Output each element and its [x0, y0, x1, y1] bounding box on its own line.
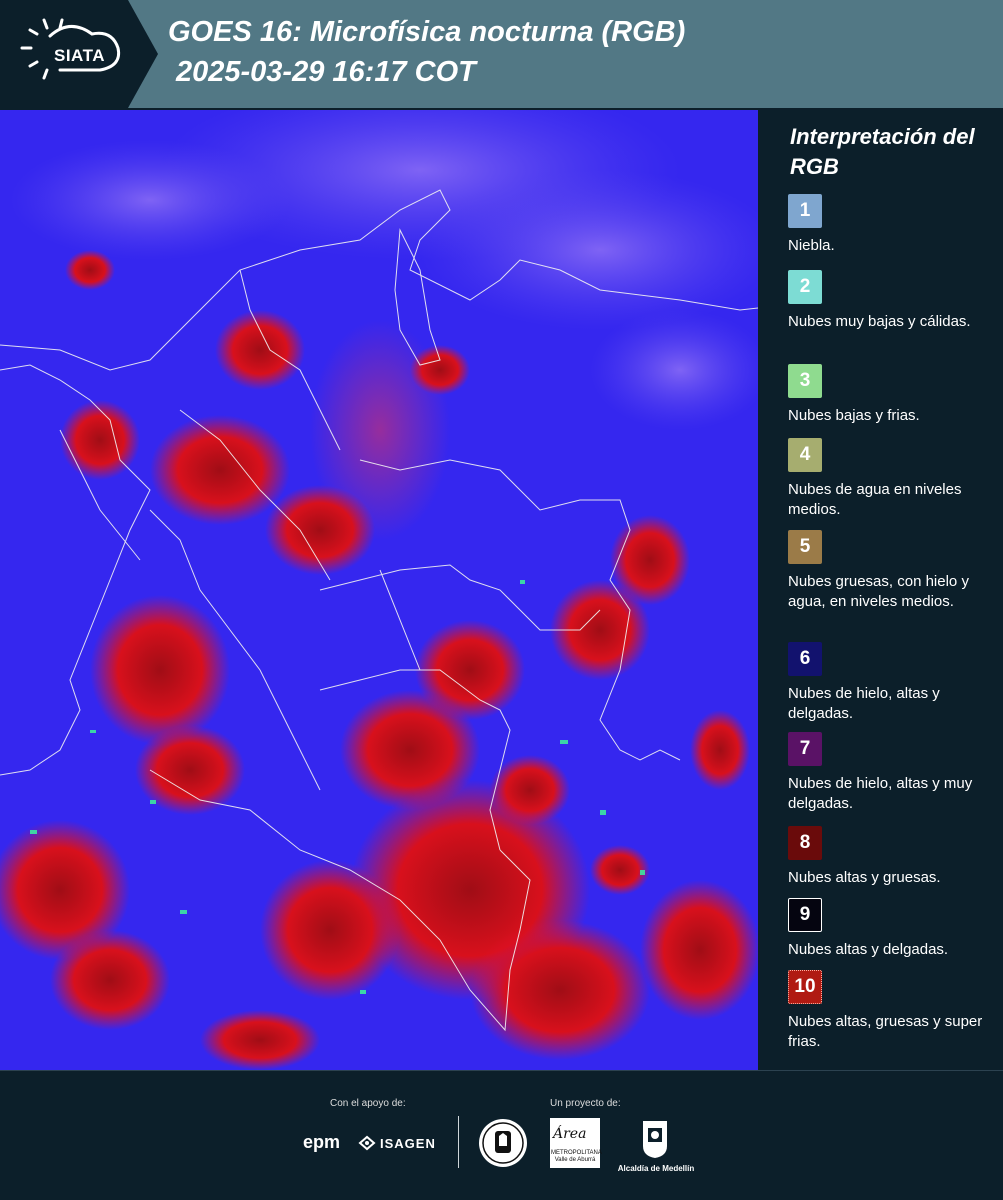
legend-item-8: 8 Nubes altas y gruesas.: [788, 826, 993, 888]
isagen-logo: ISAGEN: [380, 1136, 436, 1151]
legend-label: Nubes de hielo, altas y muy delgadas.: [788, 775, 973, 812]
legend-swatch: 7: [788, 732, 822, 766]
logo-text: SIATA: [54, 46, 105, 65]
legend-swatch: 8: [788, 826, 822, 860]
satellite-image: [0, 110, 758, 1070]
footer-divider: [458, 1116, 459, 1168]
legend-swatch: 2: [788, 270, 822, 304]
legend-label: Nubes de agua en niveles medios.: [788, 481, 962, 518]
legend-item-5: 5 Nubes gruesas, con hielo y agua, en ni…: [788, 530, 993, 612]
header-bar: SIATA GOES 16: Microfísica nocturna (RGB…: [0, 0, 1003, 108]
legend-title: Interpretación del RGB: [790, 124, 975, 179]
medellin-logo-text: Alcaldía de Medellín: [617, 1164, 695, 1173]
footer-top-border: [0, 1070, 1003, 1071]
page-title: GOES 16: Microfísica nocturna (RGB): [168, 16, 686, 48]
legend-item-10: 10 Nubes altas, gruesas y super frias.: [788, 970, 993, 1052]
isagen-icon: [358, 1135, 376, 1151]
legend-label: Nubes muy bajas y cálidas.: [788, 313, 971, 330]
epm-logo: epm: [303, 1132, 341, 1152]
legend-item-4: 4 Nubes de agua en niveles medios.: [788, 438, 993, 520]
project-label: Un proyecto de:: [550, 1098, 621, 1109]
legend-label: Nubes gruesas, con hielo y agua, en nive…: [788, 573, 969, 610]
siata-logo: SIATA: [0, 0, 158, 108]
footer: Con el apoyo de: Un proyecto de: epm ISA…: [0, 1070, 1003, 1200]
medellin-shield-icon: [643, 1121, 667, 1158]
legend-item-6: 6 Nubes de hielo, altas y delgadas.: [788, 642, 993, 724]
legend-swatch: 6: [788, 642, 822, 676]
legend-item-1: 1 Niebla.: [788, 194, 993, 256]
legend-swatch: 3: [788, 364, 822, 398]
area-logo-text: Área: [553, 1126, 587, 1142]
legend-item-9: 9 Nubes altas y delgadas.: [788, 898, 993, 960]
map-legend-divider: [758, 110, 760, 1070]
legend-item-3: 3 Nubes bajas y frias.: [788, 364, 993, 426]
support-label: Con el apoyo de:: [330, 1098, 406, 1109]
page-subtitle: 2025-03-29 16:17 COT: [176, 56, 476, 88]
seal-icon: [479, 1119, 527, 1167]
legend-label: Niebla.: [788, 237, 835, 254]
legend-swatch: 10: [788, 970, 822, 1004]
area-logo-subtext: METROPOLITANA Valle de Aburrá: [551, 1150, 602, 1163]
legend-item-2: 2 Nubes muy bajas y cálidas.: [788, 270, 993, 332]
legend-label: Nubes altas y gruesas.: [788, 869, 941, 886]
legend-item-7: 7 Nubes de hielo, altas y muy delgadas.: [788, 732, 993, 814]
legend-label: Nubes de hielo, altas y delgadas.: [788, 685, 940, 722]
legend-label: Nubes altas y delgadas.: [788, 941, 949, 958]
legend-panel: Interpretación del RGB 1 Niebla. 2 Nubes…: [776, 110, 996, 1070]
legend-label: Nubes bajas y frias.: [788, 407, 920, 424]
legend-swatch: 9: [788, 898, 822, 932]
legend-swatch: 1: [788, 194, 822, 228]
legend-label: Nubes altas, gruesas y super frias.: [788, 1013, 983, 1050]
satellite-map: [0, 110, 758, 1070]
legend-swatch: 4: [788, 438, 822, 472]
legend-swatch: 5: [788, 530, 822, 564]
